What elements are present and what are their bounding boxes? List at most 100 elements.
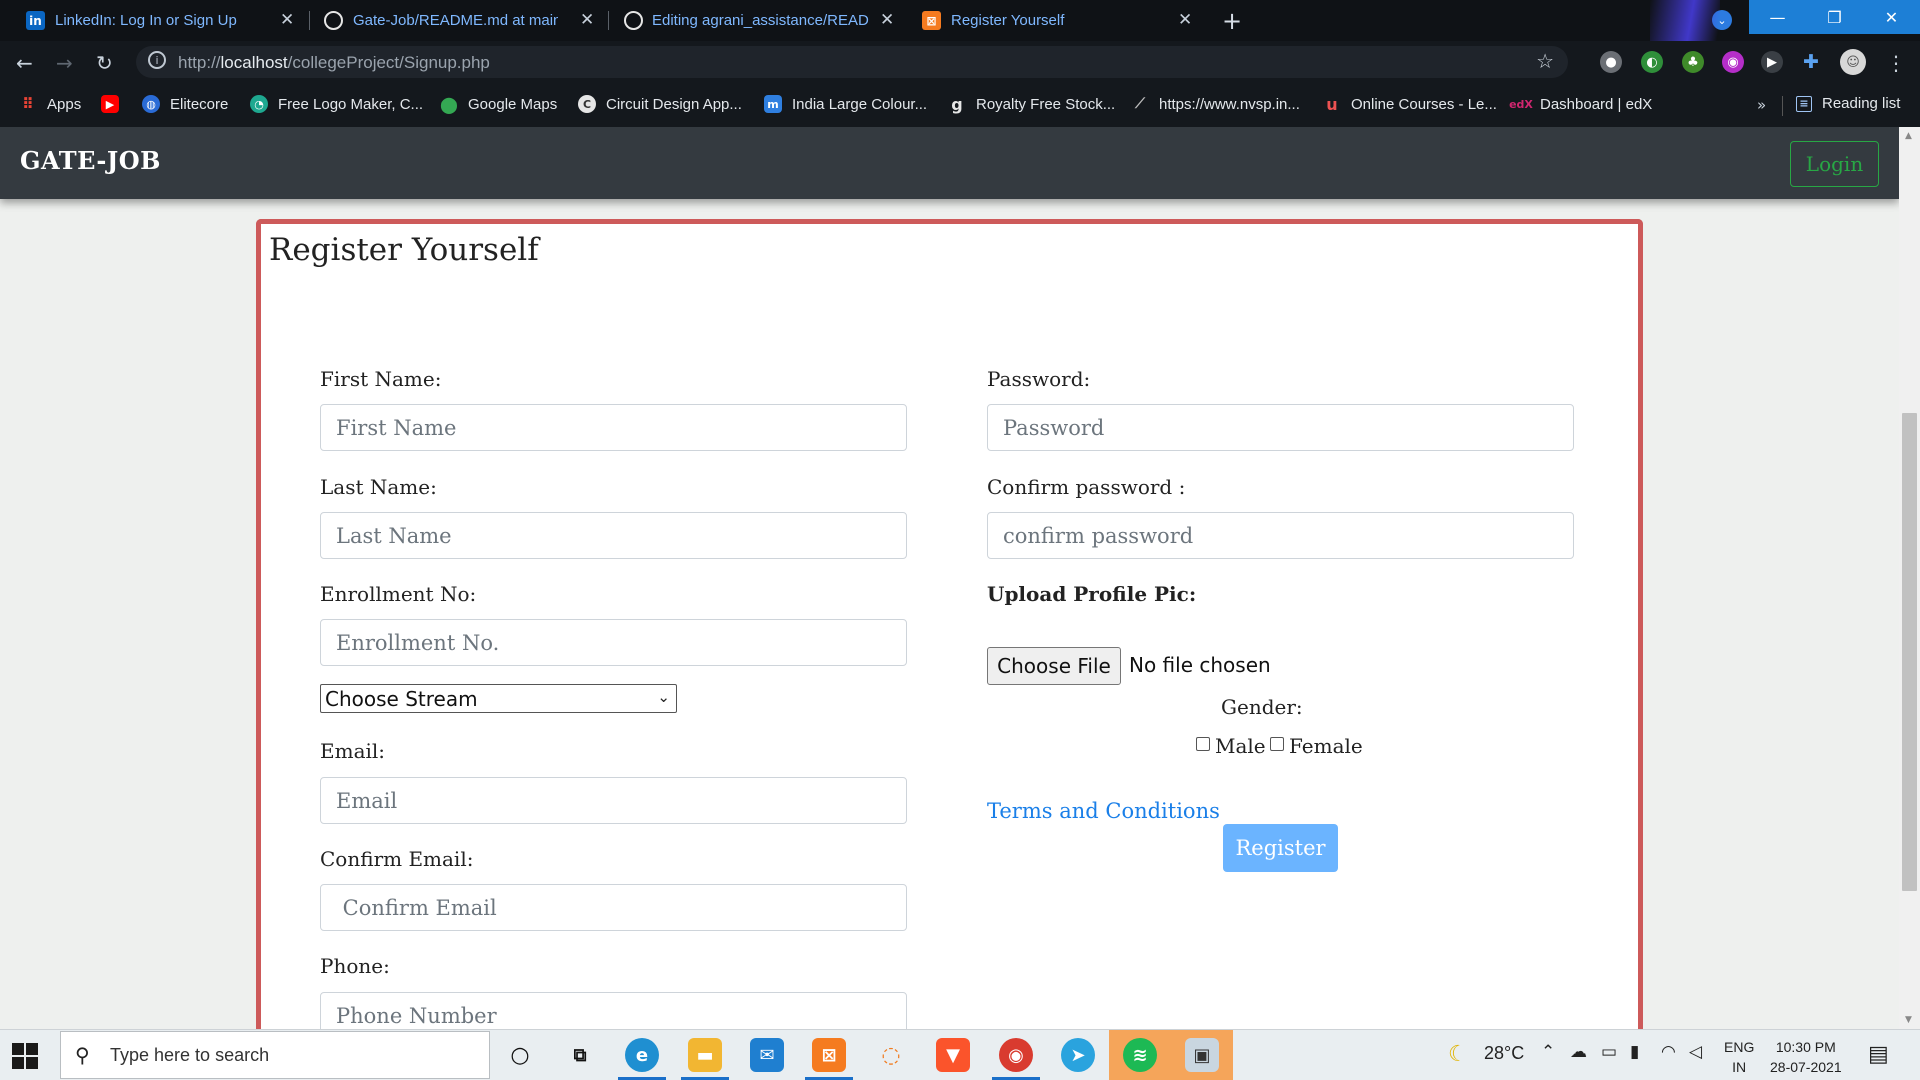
extension-globe-icon[interactable]: ◐ [1641,51,1663,73]
tab-linkedin[interactable]: in LinkedIn: Log In or Sign Up ✕ [0,0,300,41]
login-button[interactable]: Login [1790,141,1879,187]
bookmarks-more-icon[interactable]: » [1757,96,1766,114]
back-arrow-icon[interactable]: ← [16,51,33,75]
bookmark-apps[interactable]: ⠿ Apps [19,95,81,113]
restore-icon[interactable]: ❐ [1806,0,1863,34]
logo-maker-icon: ◔ [250,95,268,113]
password-field[interactable] [987,404,1574,451]
bookmark-edx[interactable]: edX Dashboard | edX [1509,95,1652,113]
bookmark-india-map[interactable]: m India Large Colour... [764,95,927,113]
confirm-email-field[interactable] [320,884,907,931]
bookmark-circuit[interactable]: C Circuit Design App... [578,95,742,113]
tab-title: Register Yourself [951,12,1065,29]
bookmark-youtube[interactable]: ▶ [101,95,129,113]
extension-camera-icon[interactable]: ▶ [1761,51,1783,73]
url-omnibox[interactable]: i http://localhost/collegeProject/Signup… [136,46,1568,78]
forward-arrow-icon[interactable]: → [56,51,73,75]
register-button[interactable]: Register [1223,824,1338,872]
bookmark-label: India Large Colour... [792,95,928,113]
tab-register-yourself[interactable]: ⊠ Register Yourself ✕ [900,0,1200,41]
telegram-icon[interactable]: ➤ [1061,1038,1095,1072]
confirm-password-field[interactable] [987,512,1574,559]
email-field[interactable] [320,777,907,824]
stock-icon: g [951,94,963,114]
weather-temperature[interactable]: 28°C [1484,1043,1524,1064]
mail-icon[interactable]: ✉ [750,1038,784,1072]
extension-circle-icon[interactable]: ◉ [1722,51,1744,73]
language-indicator[interactable]: ENG IN [1724,1037,1754,1077]
chrome-icon[interactable]: ◉ [999,1038,1033,1072]
task-view-icon[interactable]: ⧉ [563,1038,597,1072]
extension-tree-icon[interactable]: ♣ [1682,51,1704,73]
bookmark-label: Circuit Design App... [606,95,742,113]
edx-icon: edX [1509,97,1533,111]
window-close-icon[interactable]: ✕ [1863,0,1920,34]
windows-start-icon[interactable] [12,1043,38,1069]
bookmark-nvsp[interactable]: ⟋ https://www.nvsp.in... [1131,95,1300,113]
bookmark-label: Google Maps [468,95,558,113]
first-name-field[interactable] [320,404,907,451]
close-icon[interactable]: ✕ [280,10,294,30]
speaker-icon[interactable]: ◁ [1689,1042,1702,1062]
reading-list[interactable]: ≡ Reading list [1796,95,1900,112]
gender-label: Gender: [1221,695,1303,719]
device-icon[interactable]: ▭ [1601,1042,1617,1062]
wifi-icon[interactable]: ◠ [1661,1042,1676,1062]
battery-icon[interactable]: ▮ [1630,1042,1639,1062]
brave-icon[interactable]: ▼ [936,1038,970,1072]
minimize-icon[interactable]: — [1749,0,1806,34]
last-name-field[interactable] [320,512,907,559]
menu-dots-icon[interactable]: ⋮ [1886,51,1906,75]
bookmarks-bar: ⠿ Apps ▶ ◍ Elitecore ◔ Free Logo Maker, C..… [0,84,1920,127]
enrollment-field[interactable] [320,619,907,666]
male-checkbox[interactable] [1196,737,1210,751]
udemy-icon: u [1326,94,1338,114]
url-text[interactable]: http://localhost/collegeProject/Signup.p… [178,53,490,73]
chevron-up-icon[interactable]: ⌃ [1541,1042,1555,1062]
stream-select[interactable]: Choose Stream ⌄ [320,684,677,713]
bookmark-udemy[interactable]: u Online Courses - Le... [1323,94,1497,114]
terms-link[interactable]: Terms and Conditions [987,799,1220,823]
paint-icon[interactable]: ▣ [1185,1038,1219,1072]
choose-file-button[interactable]: Choose File [987,647,1121,685]
scroll-thumb[interactable] [1902,413,1917,891]
female-label: Female [1289,734,1363,758]
scroll-down-icon[interactable]: ▼ [1905,1015,1912,1025]
tab-github-readme[interactable]: Gate-Job/README.md at main · ✕ [300,0,600,41]
cortana-circle-icon[interactable]: ○ [503,1038,537,1072]
edge-icon[interactable]: e [625,1038,659,1072]
bookmarks-divider [1782,96,1783,116]
reading-list-icon: ≡ [1796,95,1812,112]
phone-field[interactable] [320,992,907,1029]
extension-mouse-icon[interactable]: ● [1600,51,1622,73]
taskbar-search[interactable]: ⚲ Type here to search [60,1031,490,1079]
bookmark-star-icon[interactable]: ☆ [1536,49,1554,73]
female-checkbox[interactable] [1270,737,1284,751]
info-icon[interactable]: i [148,51,166,69]
bookmark-google-maps[interactable]: ⬤ Google Maps [440,95,558,114]
bookmark-elitecore[interactable]: ◍ Elitecore [142,95,228,113]
close-icon[interactable]: ✕ [1178,10,1192,30]
bookmark-label: Apps [47,95,82,113]
scroll-up-icon[interactable]: ▲ [1905,131,1912,141]
tab-github-editing[interactable]: Editing agrani_assistance/READM ✕ [600,0,900,41]
file-explorer-icon[interactable]: ▬ [688,1038,722,1072]
new-tab-plus-icon[interactable]: + [1222,7,1242,35]
brand-logo[interactable]: GATE-JOB [20,146,161,175]
extensions-puzzle-icon[interactable]: ✚ [1800,51,1822,73]
page-scrollbar[interactable]: ▲ ▼ [1899,127,1920,1029]
jupyter-icon[interactable]: ◌ [874,1038,908,1072]
bookmark-logo-maker[interactable]: ◔ Free Logo Maker, C... [250,95,423,113]
system-clock[interactable]: 10:30 PM 28-07-2021 [1770,1037,1842,1077]
spotify-icon[interactable]: ≋ [1123,1038,1157,1072]
notification-icon[interactable]: ▤ [1868,1042,1889,1067]
enrollment-label: Enrollment No: [320,582,477,606]
cloud-icon[interactable]: ☁ [1570,1042,1587,1062]
close-icon[interactable]: ✕ [580,10,594,30]
bookmark-stock[interactable]: g Royalty Free Stock... [948,94,1115,114]
reload-icon[interactable]: ↻ [96,51,113,75]
xampp-icon[interactable]: ⊠ [812,1038,846,1072]
avatar[interactable]: ☺ [1840,49,1866,75]
close-icon[interactable]: ✕ [880,10,894,30]
browser-tab-bar: in LinkedIn: Log In or Sign Up ✕ Gate-Jo… [0,0,1920,41]
